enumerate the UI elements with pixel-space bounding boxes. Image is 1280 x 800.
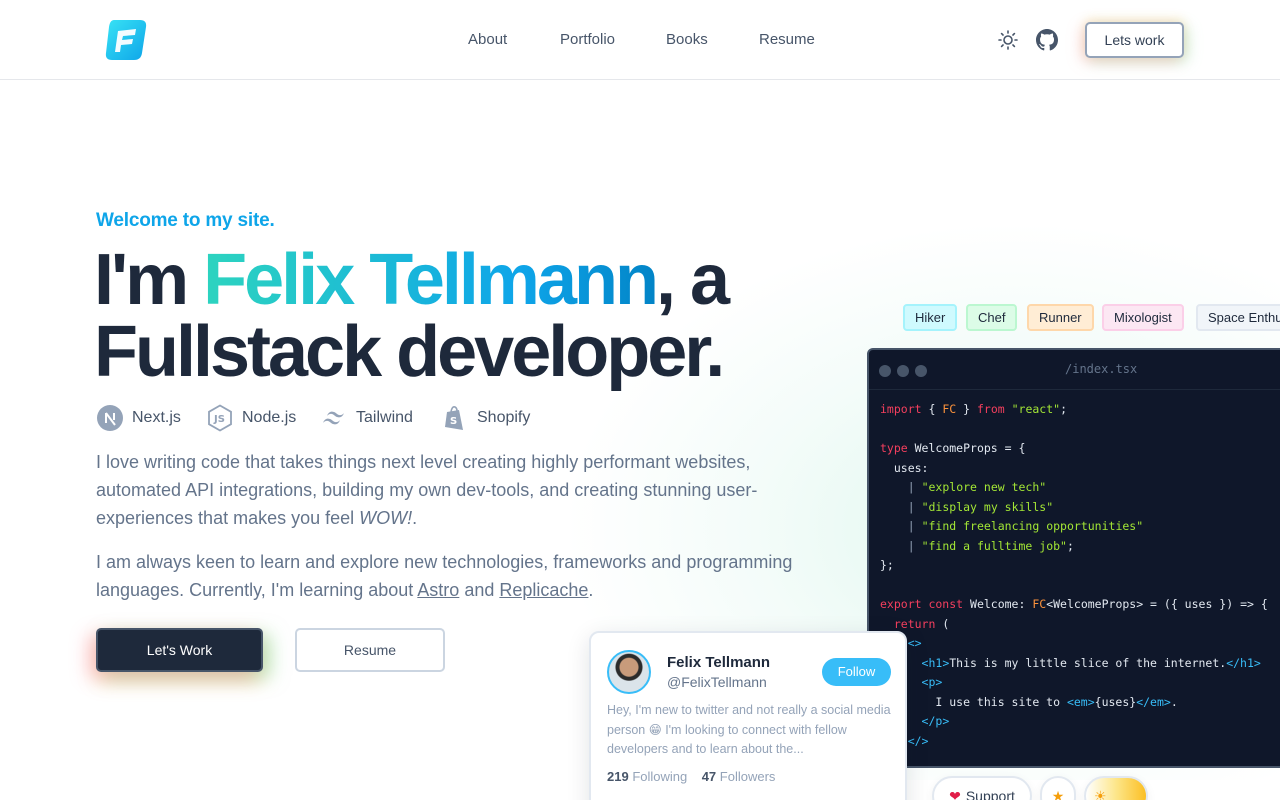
sun-icon[interactable] (997, 29, 1019, 51)
tech-label: Tailwind (356, 409, 413, 426)
theme-toggle[interactable]: ☀ (1084, 776, 1148, 800)
tech-tailwind: Tailwind (320, 404, 413, 432)
follow-button[interactable]: Follow (822, 658, 891, 686)
tailwind-icon (323, 411, 344, 425)
tag-space-enthusiast: Space Enthu (1196, 304, 1280, 331)
replicache-link[interactable]: Replicache (499, 580, 588, 600)
title-name: Felix Tellmann (203, 240, 659, 320)
tech-stack: Next.js JS Node.js Tailwind S Shopify (96, 404, 556, 432)
logo-icon[interactable] (104, 17, 148, 63)
tech-label: Shopify (477, 409, 531, 426)
tag-mixologist: Mixologist (1102, 304, 1184, 331)
para2-mid: and (459, 580, 500, 600)
twitter-name: Felix Tellmann (667, 654, 771, 671)
svg-text:S: S (450, 416, 457, 427)
twitter-card: Felix Tellmann @FelixTellmann Follow Hey… (589, 631, 907, 800)
twitter-bio: Hey, I'm new to twitter and not really a… (607, 703, 891, 756)
nav-portfolio[interactable]: Portfolio (560, 31, 615, 48)
twitter-handle: @FelixTellmann (667, 674, 767, 690)
hero-title: I'm Felix Tellmann, a Fullstack develope… (94, 244, 814, 388)
heart-icon: ❤ (949, 787, 961, 800)
window-dot (897, 365, 909, 377)
title-prefix: I'm (94, 240, 204, 320)
tag-chef: Chef (966, 304, 1018, 331)
twitter-stats: 219 Following 47 Followers (607, 769, 775, 784)
github-icon[interactable] (1036, 29, 1058, 51)
nodejs-icon: JS (208, 404, 232, 432)
site-header: About Portfolio Books Resume Lets work (0, 0, 1280, 80)
intro-paragraph: I love writing code that takes things ne… (96, 448, 816, 532)
tech-label: Node.js (242, 409, 297, 426)
para2-end: . (588, 580, 594, 600)
followers-label: Followers (719, 769, 776, 784)
wow-emphasis: WOW! (359, 508, 413, 528)
code-titlebar: /index.tsx (869, 350, 1280, 390)
resume-button[interactable]: Resume (295, 628, 445, 672)
tag-runner: Runner (1027, 304, 1094, 331)
star-button[interactable]: ★ (1040, 776, 1076, 800)
code-body: import { FC } from "react"; type Welcome… (880, 402, 1268, 748)
para1-text: I love writing code that takes things ne… (96, 452, 758, 528)
sun-toggle-icon: ☀ (1094, 787, 1107, 800)
tech-shopify: S Shopify (441, 404, 530, 432)
lets-work-button[interactable]: Let's Work (96, 628, 263, 672)
window-dot (915, 365, 927, 377)
star-icon: ★ (1051, 787, 1065, 800)
support-button[interactable]: ❤ Support (932, 776, 1032, 800)
support-label: Support (965, 788, 1015, 800)
astro-link[interactable]: Astro (417, 580, 459, 600)
tech-nodejs: JS Node.js (206, 404, 296, 432)
nav-about[interactable]: About (468, 31, 507, 48)
shopify-icon: S (445, 406, 463, 430)
tag-hiker: Hiker (903, 304, 958, 331)
following-label: Following (632, 769, 688, 784)
svg-text:JS: JS (213, 414, 225, 425)
avatar (607, 650, 651, 694)
code-filename: /index.tsx (1065, 362, 1138, 376)
nav-books[interactable]: Books (666, 31, 708, 48)
followers-count: 47 (701, 769, 717, 784)
nextjs-icon (97, 405, 123, 431)
learning-paragraph: I am always keen to learn and explore ne… (96, 548, 816, 604)
welcome-text: Welcome to my site. (96, 210, 275, 231)
window-dot (879, 365, 891, 377)
tech-nextjs: Next.js (96, 404, 181, 432)
following-count: 219 (607, 769, 629, 784)
nav-resume[interactable]: Resume (759, 31, 815, 48)
para1-end: . (412, 508, 418, 528)
code-window: /index.tsx import { FC } from "react"; t… (867, 348, 1280, 768)
lets-work-header-button[interactable]: Lets work (1085, 22, 1184, 58)
tech-label: Next.js (132, 409, 181, 426)
